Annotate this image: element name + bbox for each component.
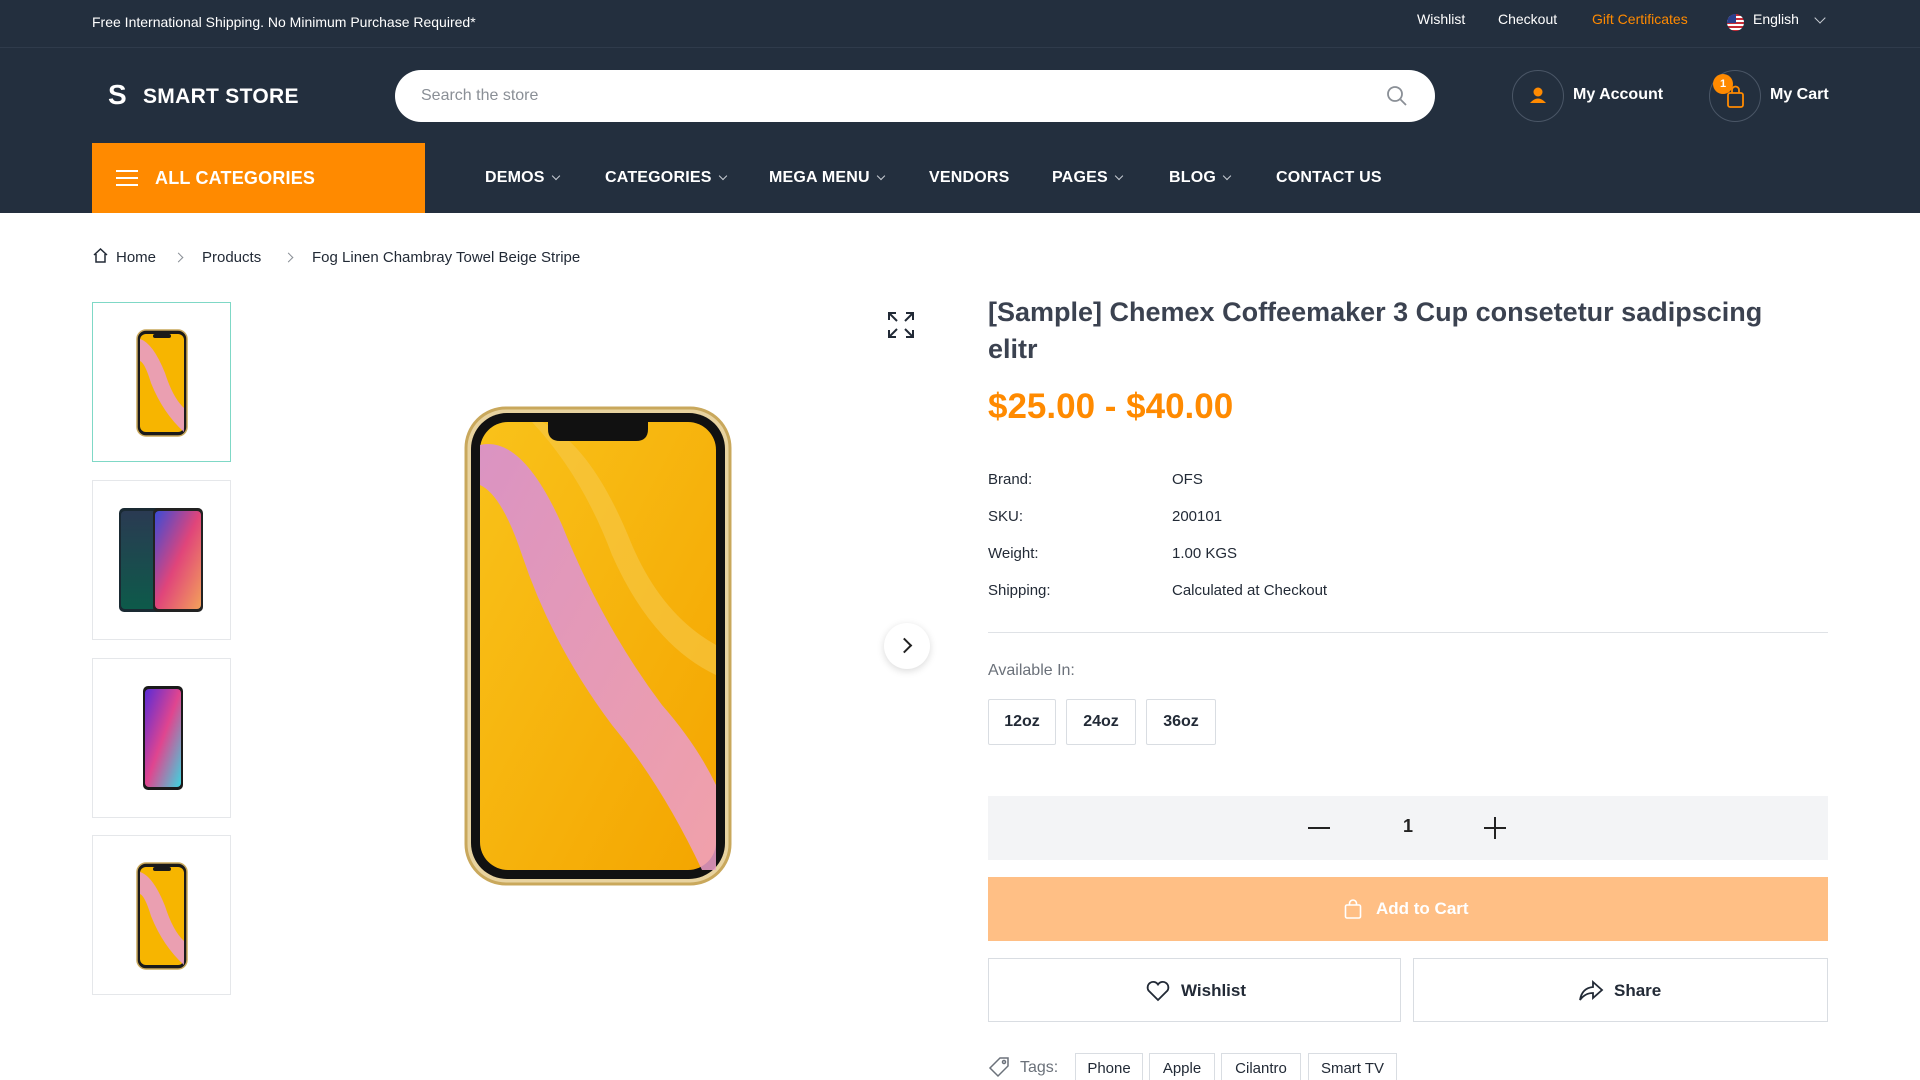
divider xyxy=(988,632,1828,633)
share-icon xyxy=(1579,979,1604,1001)
tag-cilantro[interactable]: Cilantro xyxy=(1221,1053,1301,1080)
user-icon xyxy=(1530,87,1546,103)
logo-mark[interactable]: S xyxy=(108,81,127,109)
search-icon[interactable] xyxy=(1385,84,1409,108)
spec-weight-value: 1.00 KGS xyxy=(1172,545,1238,562)
available-in-label: Available In: xyxy=(988,662,1075,679)
nav-contact-us-label: CONTACT US xyxy=(1276,169,1382,186)
breadcrumb-current: Fog Linen Chambray Towel Beige Stripe xyxy=(312,249,581,266)
top-bar: Free International Shipping. No Minimum … xyxy=(0,0,1920,48)
decrease-quantity-button[interactable] xyxy=(1308,827,1330,829)
spec-sku-label: SKU: xyxy=(988,508,1024,525)
breadcrumb-home[interactable]: Home xyxy=(116,249,156,266)
spec-shipping-label: Shipping: xyxy=(988,582,1051,599)
wishlist-button[interactable]: Wishlist xyxy=(988,958,1401,1022)
tag-phone[interactable]: Phone xyxy=(1075,1053,1143,1080)
nav-categories-label: CATEGORIES xyxy=(605,169,712,186)
nav-blog-label: BLOG xyxy=(1169,169,1217,186)
heart-icon xyxy=(1146,980,1170,1002)
wishlist-label: Wishlist xyxy=(1181,981,1247,1000)
tag-smart-tv[interactable]: Smart TV xyxy=(1308,1053,1397,1080)
breadcrumb-products[interactable]: Products xyxy=(202,249,261,266)
nav-blog[interactable]: BLOG xyxy=(1169,169,1232,187)
nav-vendors[interactable]: VENDORS xyxy=(929,169,1010,187)
next-image-button[interactable] xyxy=(884,623,930,669)
topbar-gift-certificates-link[interactable]: Gift Certificates xyxy=(1592,11,1688,27)
home-icon xyxy=(93,247,108,263)
nav-mega-menu-label: MEGA MENU xyxy=(769,169,870,186)
shopping-bag-icon xyxy=(1344,899,1362,919)
tag-icon xyxy=(988,1057,1009,1078)
plus-icon[interactable] xyxy=(1494,817,1496,839)
nav-demos-label: DEMOS xyxy=(485,169,545,186)
product-price: $25.00 - $40.00 xyxy=(988,387,1234,426)
topbar-checkout-link[interactable]: Checkout xyxy=(1498,11,1557,27)
spec-sku-value: 200101 xyxy=(1172,508,1223,525)
chevron-down-icon xyxy=(1222,171,1232,181)
phone-image xyxy=(136,862,188,970)
chevron-down-icon xyxy=(1814,12,1826,24)
chevron-down-icon xyxy=(876,171,886,181)
nav-contact-us[interactable]: CONTACT US xyxy=(1276,169,1382,187)
promo-text: Free International Shipping. No Minimum … xyxy=(92,14,476,30)
add-to-cart-button[interactable]: Add to Cart xyxy=(988,877,1828,941)
phone-image xyxy=(136,329,188,437)
nav-pages-label: PAGES xyxy=(1052,169,1108,186)
cart-count-badge: 1 xyxy=(1713,74,1733,94)
us-flag-icon xyxy=(1727,14,1744,31)
account-button[interactable] xyxy=(1512,70,1564,122)
spec-shipping-value: Calculated at Checkout xyxy=(1172,582,1328,599)
topbar-wishlist-link[interactable]: Wishlist xyxy=(1417,11,1465,27)
share-button[interactable]: Share xyxy=(1413,958,1828,1022)
option-24oz[interactable]: 24oz xyxy=(1066,699,1136,745)
spec-brand-value[interactable]: OFS xyxy=(1172,471,1203,488)
chevron-right-icon xyxy=(283,252,294,263)
product-title: [Sample] Chemex Coffeemaker 3 Cup conset… xyxy=(988,297,1763,364)
spec-brand-label: Brand: xyxy=(988,471,1033,488)
thumbnail-2[interactable] xyxy=(92,480,231,640)
expand-icon[interactable] xyxy=(886,310,916,340)
all-categories-label: ALL CATEGORIES xyxy=(155,168,316,188)
nav-demos[interactable]: DEMOS xyxy=(485,169,560,187)
my-cart-link[interactable]: My Cart xyxy=(1770,86,1829,104)
chevron-down-icon xyxy=(551,171,560,181)
option-36oz[interactable]: 36oz xyxy=(1146,699,1216,745)
option-12oz[interactable]: 12oz xyxy=(988,699,1056,745)
my-account-link[interactable]: My Account xyxy=(1573,86,1663,104)
nav-vendors-label: VENDORS xyxy=(929,169,1010,186)
header: S SMART STORE My Account 1 My Cart xyxy=(0,48,1920,143)
thumbnail-3[interactable] xyxy=(92,658,231,818)
language-selector[interactable]: English xyxy=(1753,11,1799,27)
hamburger-icon xyxy=(116,170,138,186)
nav-categories[interactable]: CATEGORIES xyxy=(605,169,727,187)
chevron-down-icon xyxy=(1114,171,1124,181)
phone-image xyxy=(119,508,203,612)
search-bar xyxy=(395,70,1435,122)
quantity-stepper: 1 xyxy=(988,796,1828,860)
thumbnail-4[interactable] xyxy=(92,835,231,995)
all-categories-button[interactable]: ALL CATEGORIES xyxy=(92,143,425,213)
spec-weight-label: Weight: xyxy=(988,545,1039,562)
share-label: Share xyxy=(1614,981,1662,1000)
main-nav: ALL CATEGORIES DEMOS CATEGORIES MEGA MEN… xyxy=(0,143,1920,213)
tag-apple[interactable]: Apple xyxy=(1149,1053,1215,1080)
chevron-right-icon xyxy=(173,252,184,263)
logo-text[interactable]: SMART STORE xyxy=(143,85,299,109)
main-product-image[interactable] xyxy=(462,405,734,887)
quantity-value[interactable]: 1 xyxy=(1388,816,1428,837)
add-to-cart-label: Add to Cart xyxy=(1376,899,1469,918)
nav-mega-menu[interactable]: MEGA MENU xyxy=(769,169,886,187)
phone-image xyxy=(143,686,183,790)
thumbnail-1[interactable] xyxy=(92,302,231,462)
nav-pages[interactable]: PAGES xyxy=(1052,169,1124,187)
tags-label: Tags: xyxy=(1020,1059,1059,1076)
search-input[interactable] xyxy=(421,70,1351,122)
chevron-down-icon xyxy=(718,171,727,181)
